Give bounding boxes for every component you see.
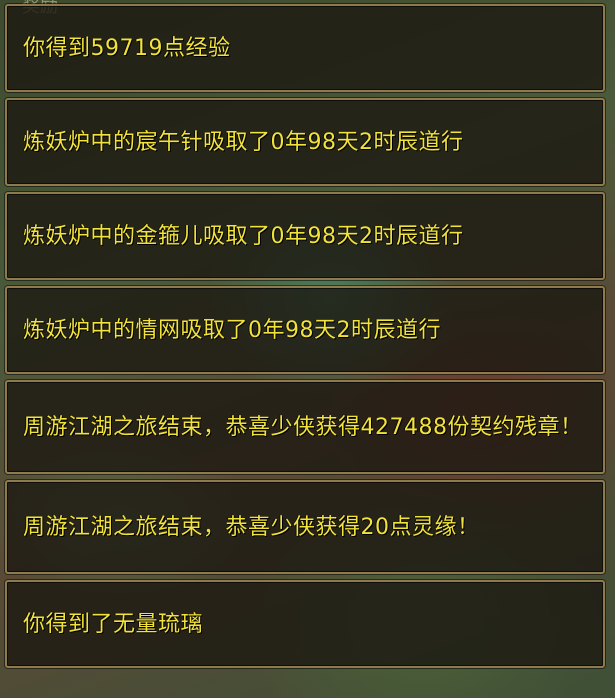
notification-stack: 你得到59719点经验 炼妖炉中的宸午针吸取了0年98天2时辰道行 炼妖炉中的金…: [5, 4, 605, 674]
notification-furnace-3: 炼妖炉中的情网吸取了0年98天2时辰道行: [5, 286, 605, 374]
notification-text: 你得到59719点经验: [23, 35, 231, 61]
notification-text: 你得到了无量琉璃: [23, 611, 204, 637]
notification-exp-gain: 你得到59719点经验: [5, 4, 605, 92]
notification-text: 炼妖炉中的宸午针吸取了0年98天2时辰道行: [23, 129, 464, 155]
notification-item-gain: 你得到了无量琉璃: [5, 580, 605, 668]
notification-journey-reward-2: 周游江湖之旅结束，恭喜少侠获得20点灵缘！: [5, 480, 605, 574]
notification-text: 周游江湖之旅结束，恭喜少侠获得427488份契约残章！: [23, 414, 583, 440]
notification-text: 炼妖炉中的情网吸取了0年98天2时辰道行: [23, 317, 441, 343]
notification-furnace-2: 炼妖炉中的金箍儿吸取了0年98天2时辰道行: [5, 192, 605, 280]
notification-text: 炼妖炉中的金箍儿吸取了0年98天2时辰道行: [23, 223, 464, 249]
notification-furnace-1: 炼妖炉中的宸午针吸取了0年98天2时辰道行: [5, 98, 605, 186]
notification-text: 周游江湖之旅结束，恭喜少侠获得20点灵缘！: [23, 514, 480, 540]
notification-journey-reward-1: 周游江湖之旅结束，恭喜少侠获得427488份契约残章！: [5, 380, 605, 474]
